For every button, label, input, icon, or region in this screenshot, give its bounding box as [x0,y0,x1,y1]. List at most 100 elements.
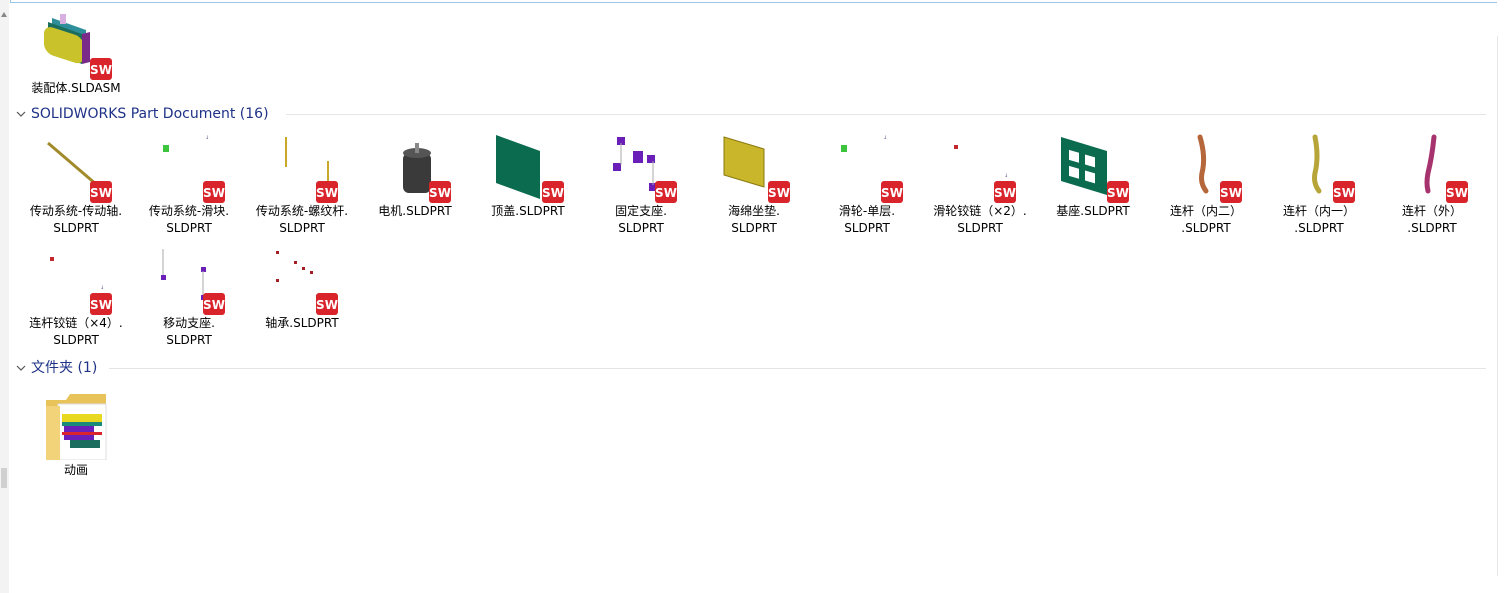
file-item-part[interactable]: SW 传动系统-螺纹杆. SLDPRT [246,133,358,241]
file-name-line1: 连杆铰链（×4）. [29,316,123,330]
file-item-part[interactable]: SW 传动系统-传动轴. SLDPRT [20,133,132,241]
solidworks-badge-icon: SW [203,181,225,203]
file-item-part[interactable]: SW 海绵坐垫. SLDPRT [698,133,810,241]
file-name-line2: SLDPRT [731,221,777,235]
file-name-line2: .SLDPRT [1181,221,1231,235]
file-item-part[interactable]: SW 连杆（外） .SLDPRT [1376,133,1488,241]
svg-text:SW: SW [881,186,903,200]
left-pane-edge [0,0,9,593]
group-title: 文件夹 (1) [31,360,98,376]
file-item-part[interactable]: SW 顶盖.SLDPRT [472,133,584,241]
svg-text:SW: SW [1220,186,1242,200]
file-name-line2: .SLDPRT [1294,221,1344,235]
file-item-part[interactable]: SW 连杆（内二） .SLDPRT [1150,133,1262,241]
file-name: 顶盖.SLDPRT [472,203,584,220]
part-thumbnail-icon: SW [381,133,451,203]
file-name-line1: 基座.SLDPRT [1056,204,1130,218]
svg-text:SW: SW [203,298,225,312]
top-frame-border [10,0,1498,3]
solidworks-badge-icon: SW [90,293,112,315]
solidworks-badge-icon: SW [1333,181,1355,203]
group-header-folders[interactable]: 文件夹 (1) [14,357,1500,379]
file-name-line1: 电机.SLDPRT [378,204,452,218]
file-name: 移动支座. SLDPRT [133,315,245,349]
group-title: SOLIDWORKS Part Document (16) [31,106,269,122]
file-name-line2: SLDPRT [53,333,99,347]
file-name: 海绵坐垫. SLDPRT [698,203,810,237]
file-item-part[interactable]: SW 电机.SLDPRT [359,133,471,241]
file-name-line1: 固定支座. [615,204,667,218]
svg-text:SW: SW [316,298,338,312]
file-name-line1: 滑轮-单层. [838,204,896,218]
solidworks-badge-icon: SW [429,181,451,203]
group-divider [109,368,1486,369]
svg-text:SW: SW [203,186,225,200]
solidworks-badge-icon: SW [994,181,1016,203]
part-thumbnail-icon: SW [1285,133,1355,203]
solidworks-badge-icon: SW [90,181,112,203]
file-name: 连杆（内二） .SLDPRT [1150,203,1262,237]
group-divider [286,114,1486,115]
part-thumbnail-icon: SW [494,133,564,203]
file-name: 滑轮-单层. SLDPRT [811,203,923,237]
file-item-part[interactable]: SW 固定支座. SLDPRT [585,133,697,241]
part-thumbnail-icon: ↓ SW [833,133,903,203]
svg-text:SW: SW [542,186,564,200]
file-name: 轴承.SLDPRT [246,315,358,332]
file-name-line2: SLDPRT [53,221,99,235]
collapse-up-arrow-icon[interactable] [1,12,7,17]
file-name: 电机.SLDPRT [359,203,471,220]
file-item-part[interactable]: SW 轴承.SLDPRT [246,245,358,353]
file-name-line1: 移动支座. [163,316,215,330]
part-thumbnail-icon: ↓ SW [946,133,1016,203]
part-thumbnail-icon: ↓ SW [42,245,112,315]
file-name-line1: 海绵坐垫. [728,204,780,218]
part-thumbnail-icon: ↓ SW [155,133,225,203]
file-name-line2: .SLDPRT [1407,221,1457,235]
part-thumbnail-icon: SW [1172,133,1242,203]
file-name-line1: 连杆（内二） [1169,204,1242,218]
svg-text:SW: SW [90,186,112,200]
file-name: 传动系统-滑块. SLDPRT [133,203,245,237]
group-header-parts[interactable]: SOLIDWORKS Part Document (16) [14,103,1500,125]
file-name: 传动系统-传动轴. SLDPRT [20,203,132,237]
part-thumbnail-icon: SW [268,133,338,203]
file-name: 装配体.SLDASM [31,81,121,95]
file-item-part[interactable]: ↓ SW 滑轮铰链（×2）. SLDPRT [924,133,1036,241]
file-name-line1: 传动系统-传动轴. [29,204,123,218]
svg-text:SW: SW [768,186,790,200]
svg-text:SW: SW [429,186,451,200]
part-thumbnail-icon: SW [1398,133,1468,203]
svg-text:SW: SW [90,298,112,312]
chevron-down-icon[interactable] [16,363,26,373]
file-name-line1: 传动系统-螺纹杆. [255,204,349,218]
part-thumbnail-icon: SW [268,245,338,315]
file-item-part[interactable]: SW 连杆（内一） .SLDPRT [1263,133,1375,241]
svg-text:SW: SW [90,63,112,77]
file-name-line2: SLDPRT [279,221,325,235]
folder-item-animation[interactable]: 动画 [20,392,132,500]
file-name: 基座.SLDPRT [1037,203,1149,220]
svg-text:↓: ↓ [883,135,887,141]
chevron-down-icon[interactable] [16,109,26,119]
folder-name: 动画 [63,463,88,477]
file-name-line1: 连杆（外） [1401,204,1462,218]
file-name-line1: 传动系统-滑块. [148,204,230,218]
file-item-part[interactable]: ↓ SW 连杆铰链（×4）. SLDPRT [20,245,132,353]
file-item-part[interactable]: ↓ SW 滑轮-单层. SLDPRT [811,133,923,241]
solidworks-badge-icon: SW [881,181,903,203]
scrollbar-area[interactable] [1497,0,1510,593]
splitter-handle[interactable] [1,468,7,488]
file-item-assembly[interactable]: SW 装配体.SLDASM [20,10,132,118]
svg-text:↓: ↓ [1004,173,1008,179]
svg-text:SW: SW [1107,186,1129,200]
solidworks-badge-icon: SW [542,181,564,203]
svg-text:SW: SW [1446,186,1468,200]
solidworks-badge-icon: SW [655,181,677,203]
file-name-line2: SLDPRT [957,221,1003,235]
file-item-part[interactable]: SW 移动支座. SLDPRT [133,245,245,353]
file-item-part[interactable]: ↓ SW 传动系统-滑块. SLDPRT [133,133,245,241]
part-thumbnail-icon: SW [42,133,112,203]
file-item-part[interactable]: SW 基座.SLDPRT [1037,133,1149,241]
svg-text:SW: SW [994,186,1016,200]
